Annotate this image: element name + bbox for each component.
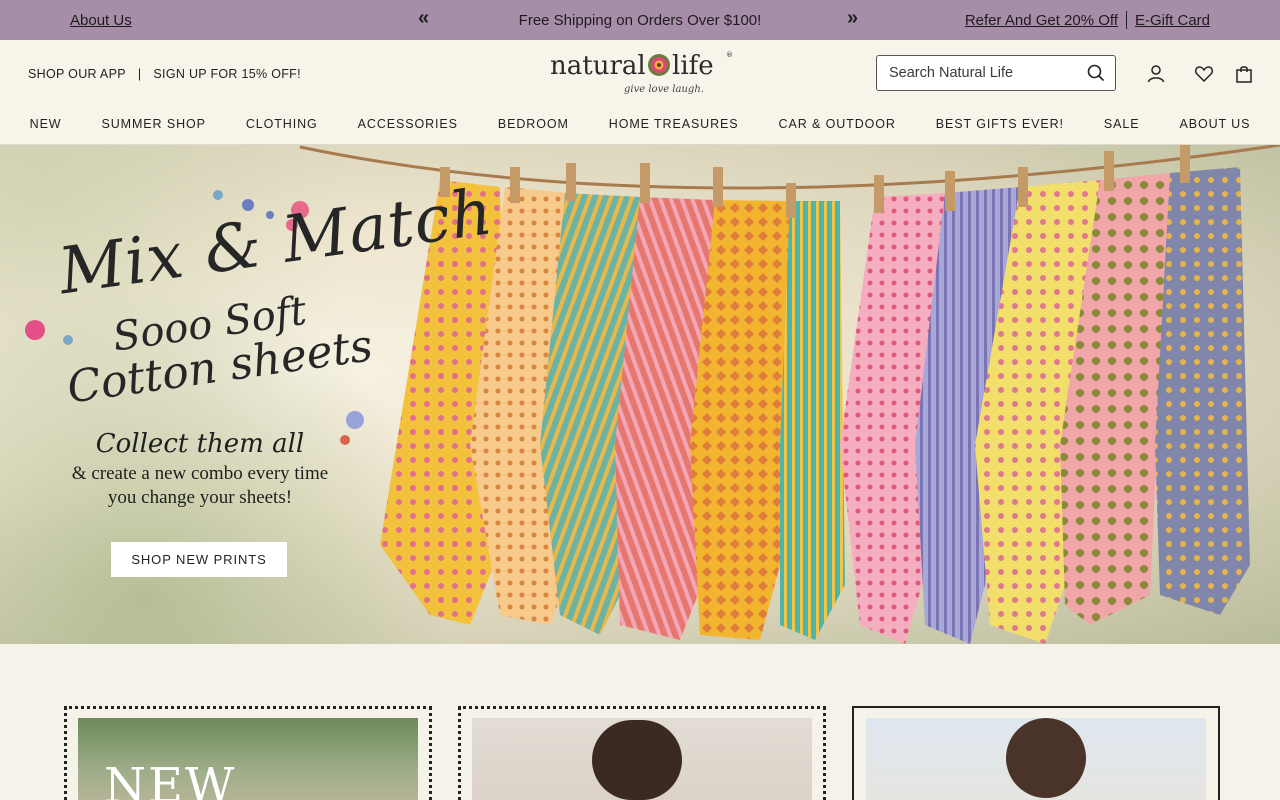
card-image xyxy=(866,718,1206,800)
divider xyxy=(1125,11,1127,29)
hero-subtitle-line1: & create a new combo every time xyxy=(71,463,329,484)
signup-link[interactable]: SIGN UP FOR 15% OFF! xyxy=(153,67,300,81)
account-icon[interactable] xyxy=(1146,64,1166,84)
search-input[interactable] xyxy=(877,56,1077,90)
shopping-bag-icon[interactable] xyxy=(1234,64,1254,84)
shop-app-link[interactable]: SHOP OUR APP xyxy=(28,67,126,81)
nav-about-us[interactable]: ABOUT US xyxy=(1159,117,1270,131)
card-label: NEW xyxy=(104,758,237,800)
promo-bar: About Us « Free Shipping on Orders Over … xyxy=(0,0,1280,40)
flower-icon xyxy=(648,54,670,76)
utility-links: SHOP OUR APP | SIGN UP FOR 15% OFF! xyxy=(28,67,301,81)
logo-tagline: give love laugh. xyxy=(624,84,704,95)
nav-home-treasures[interactable]: HOME TREASURES xyxy=(589,117,759,131)
scarf-6 xyxy=(780,201,845,640)
category-card-3[interactable] xyxy=(852,706,1220,800)
category-cards: NEW xyxy=(0,644,1280,800)
nav-accessories[interactable]: ACCESSORIES xyxy=(338,117,478,131)
hero-banner[interactable]: Mix & Match Sooo Soft Cotton sheets Coll… xyxy=(0,145,1280,644)
nav-summer-shop[interactable]: SUMMER SHOP xyxy=(82,117,226,131)
svg-text:life: life xyxy=(672,51,714,81)
refer-link[interactable]: Refer And Get 20% Off xyxy=(965,12,1118,29)
site-header: SHOP OUR APP | SIGN UP FOR 15% OFF! natu… xyxy=(0,40,1280,145)
wishlist-heart-icon[interactable] xyxy=(1194,64,1214,84)
main-nav: NEW SUMMER SHOP CLOTHING ACCESSORIES BED… xyxy=(0,117,1280,131)
hero-subtitle-line2: you change your sheets! xyxy=(107,487,293,508)
hero-collect: Collect them all xyxy=(95,429,305,459)
card-image: NEW xyxy=(78,718,418,800)
nav-best-gifts[interactable]: BEST GIFTS EVER! xyxy=(916,117,1084,131)
card-image xyxy=(472,718,812,800)
svg-text:®: ® xyxy=(726,51,732,59)
category-card-new[interactable]: NEW xyxy=(64,706,432,800)
promo-right-links: Refer And Get 20% Off E-Gift Card xyxy=(965,11,1210,29)
shop-new-prints-button[interactable]: SHOP NEW PRINTS xyxy=(111,542,287,577)
nav-sale[interactable]: SALE xyxy=(1084,117,1160,131)
utility-divider: | xyxy=(137,67,142,81)
egift-card-link[interactable]: E-Gift Card xyxy=(1135,12,1210,29)
nav-clothing[interactable]: CLOTHING xyxy=(226,117,338,131)
nav-new[interactable]: NEW xyxy=(10,117,82,131)
search-box xyxy=(876,55,1116,91)
svg-text:natural: natural xyxy=(550,51,646,81)
scarf-11 xyxy=(1155,167,1250,615)
search-icon[interactable] xyxy=(1087,64,1105,82)
promo-next-arrow[interactable]: » xyxy=(847,8,858,28)
nav-bedroom[interactable]: BEDROOM xyxy=(478,117,589,131)
model-photo xyxy=(1006,718,1086,798)
site-logo[interactable]: natural life ® give love laugh. xyxy=(548,48,733,100)
nav-car-outdoor[interactable]: CAR & OUTDOOR xyxy=(759,117,916,131)
category-card-2[interactable] xyxy=(458,706,826,800)
model-photo xyxy=(592,720,682,800)
logo-graphic: natural life ® give love laugh. xyxy=(550,51,733,95)
